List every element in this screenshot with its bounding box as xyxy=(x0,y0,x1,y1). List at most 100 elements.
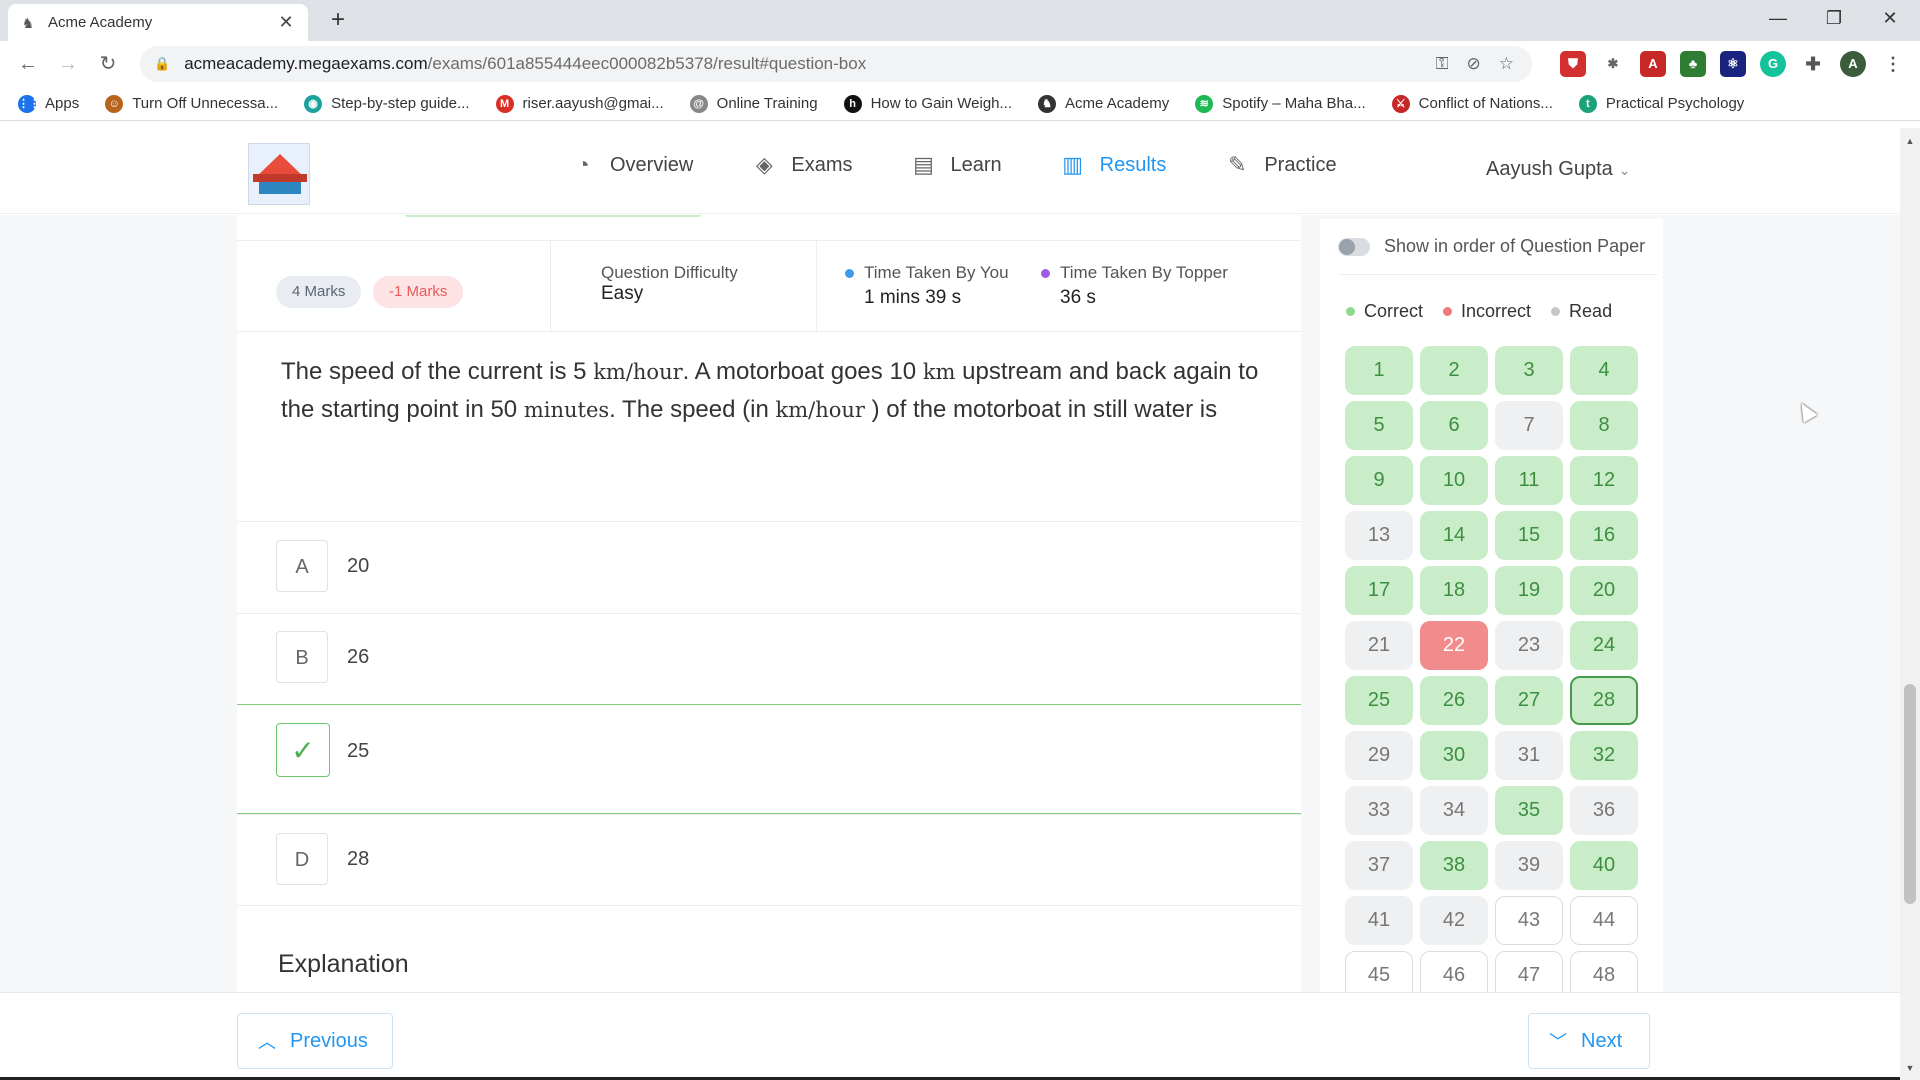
question-number-button[interactable]: 33 xyxy=(1345,786,1413,835)
order-toggle-row[interactable]: Show in order of Question Paper xyxy=(1338,219,1658,275)
order-toggle-switch[interactable] xyxy=(1338,237,1370,256)
question-number-button[interactable]: 9 xyxy=(1345,456,1413,505)
question-number-button[interactable]: 21 xyxy=(1345,621,1413,670)
question-number-button[interactable]: 16 xyxy=(1570,511,1638,560)
question-number-button[interactable]: 27 xyxy=(1495,676,1563,725)
question-number-button[interactable]: 37 xyxy=(1345,841,1413,890)
pdf-extension-icon[interactable]: A xyxy=(1640,51,1666,77)
question-number-button[interactable]: 31 xyxy=(1495,731,1563,780)
acme-academy-logo[interactable] xyxy=(248,143,310,205)
bookmark-item[interactable]: t Practical Psychology xyxy=(1578,94,1744,113)
bookmark-item[interactable]: Mriser.aayush@gmai... xyxy=(495,94,664,113)
bookmark-item[interactable]: ⋮⋮ Apps xyxy=(18,94,79,113)
question-number-button[interactable]: 11 xyxy=(1495,456,1563,505)
minimize-button[interactable]: — xyxy=(1750,0,1806,36)
tracking-off-icon[interactable]: ⊘ xyxy=(1467,54,1481,74)
nav-overview[interactable]: ◔ Overview xyxy=(570,152,693,178)
bookmark-item[interactable]: ⚔ Conflict of Nations... xyxy=(1391,94,1553,113)
tab-close-icon[interactable]: ✕ xyxy=(276,12,296,33)
question-number-button[interactable]: 25 xyxy=(1345,676,1413,725)
option-b[interactable]: B 26 xyxy=(237,613,1301,705)
bookmark-item[interactable]: h How to Gain Weigh... xyxy=(843,94,1012,113)
question-number-button[interactable]: 28 xyxy=(1570,676,1638,725)
question-number-button[interactable]: 30 xyxy=(1420,731,1488,780)
question-number-button[interactable]: 32 xyxy=(1570,731,1638,780)
bookmark-item[interactable]: ◉ Step-by-step guide... xyxy=(304,94,470,113)
question-number-button[interactable]: 10 xyxy=(1420,456,1488,505)
question-number-button[interactable]: 1 xyxy=(1345,346,1413,395)
question-number-button[interactable]: 7 xyxy=(1495,401,1563,450)
question-number-button[interactable]: 45 xyxy=(1345,951,1413,992)
question-number-button[interactable]: 4 xyxy=(1570,346,1638,395)
question-number-button[interactable]: 13 xyxy=(1345,511,1413,560)
question-number-button[interactable]: 6 xyxy=(1420,401,1488,450)
question-number-button[interactable]: 18 xyxy=(1420,566,1488,615)
question-number-button[interactable]: 41 xyxy=(1345,896,1413,945)
restore-button[interactable]: ❐ xyxy=(1806,0,1862,36)
chevron-up-icon: ︿ xyxy=(258,1032,276,1052)
address-bar[interactable]: 🔒 acmeacademy.megaexams.com/exams/601a85… xyxy=(140,46,1532,82)
nav-learn[interactable]: ▤ Learn xyxy=(910,152,1002,178)
page-scrollbar[interactable]: ▲ ▼ xyxy=(1900,128,1920,1080)
profile-avatar[interactable]: A xyxy=(1840,51,1866,77)
shield-extension-icon[interactable]: ⛊ xyxy=(1560,51,1586,77)
user-menu[interactable]: Aayush Gupta ⌄ xyxy=(1486,158,1630,181)
tree-extension-icon[interactable]: ♣ xyxy=(1680,51,1706,77)
browser-tab[interactable]: ♞ Acme Academy ✕ xyxy=(8,4,308,41)
question-number-button[interactable]: 42 xyxy=(1420,896,1488,945)
question-number-button[interactable]: 39 xyxy=(1495,841,1563,890)
question-number-button[interactable]: 47 xyxy=(1495,951,1563,992)
grammarly-extension-icon[interactable]: G xyxy=(1760,51,1786,77)
question-number-button[interactable]: 24 xyxy=(1570,621,1638,670)
back-arrow-icon[interactable]: ← xyxy=(14,50,42,78)
question-number-button[interactable]: 3 xyxy=(1495,346,1563,395)
question-number-button[interactable]: 36 xyxy=(1570,786,1638,835)
chrome-menu-icon[interactable]: ⋮ xyxy=(1880,51,1906,77)
question-number-button[interactable]: 12 xyxy=(1570,456,1638,505)
extensions-puzzle-icon[interactable]: ✚ xyxy=(1800,51,1826,77)
question-number-button[interactable]: 43 xyxy=(1495,896,1563,945)
question-number-button[interactable]: 17 xyxy=(1345,566,1413,615)
bookmark-item[interactable]: ≋ Spotify – Maha Bha... xyxy=(1195,94,1366,113)
question-number-button[interactable]: 34 xyxy=(1420,786,1488,835)
nav-practice[interactable]: ✎ Practice xyxy=(1224,152,1336,178)
question-number-button[interactable]: 14 xyxy=(1420,511,1488,560)
close-window-button[interactable]: ✕ xyxy=(1862,0,1918,36)
forward-arrow-icon[interactable]: → xyxy=(54,50,82,78)
react-extension-icon[interactable]: ⚛ xyxy=(1720,51,1746,77)
reload-icon[interactable]: ↻ xyxy=(94,50,122,78)
question-number-button[interactable]: 22 xyxy=(1420,621,1488,670)
scrollbar-thumb[interactable] xyxy=(1904,684,1916,904)
previous-button[interactable]: ︿ Previous xyxy=(237,1013,393,1069)
nav-exams[interactable]: ◈ Exams xyxy=(751,152,853,178)
question-number-button[interactable]: 15 xyxy=(1495,511,1563,560)
bug-extension-icon[interactable]: ✱ xyxy=(1600,51,1626,77)
question-number-button[interactable]: 48 xyxy=(1570,951,1638,992)
question-number-button[interactable]: 44 xyxy=(1570,896,1638,945)
option-a[interactable]: A 20 xyxy=(237,521,1301,613)
bookmark-item[interactable]: ♞ Acme Academy xyxy=(1038,94,1169,113)
question-number-button[interactable]: 23 xyxy=(1495,621,1563,670)
question-number-button[interactable]: 38 xyxy=(1420,841,1488,890)
question-number-button[interactable]: 2 xyxy=(1420,346,1488,395)
question-number-button[interactable]: 29 xyxy=(1345,731,1413,780)
key-icon[interactable]: ⚿ xyxy=(1436,54,1449,74)
question-number-button[interactable]: 8 xyxy=(1570,401,1638,450)
question-number-button[interactable]: 20 xyxy=(1570,566,1638,615)
question-number-button[interactable]: 46 xyxy=(1420,951,1488,992)
bookmark-item[interactable]: @ Online Training xyxy=(689,94,818,113)
next-button[interactable]: ﹀ Next xyxy=(1528,1013,1650,1069)
question-number-button[interactable]: 19 xyxy=(1495,566,1563,615)
question-number-button[interactable]: 5 xyxy=(1345,401,1413,450)
question-number-button[interactable]: 35 xyxy=(1495,786,1563,835)
scroll-down-icon[interactable]: ▼ xyxy=(1904,1063,1916,1073)
option-d[interactable]: D 28 xyxy=(237,814,1301,906)
nav-results[interactable]: ▥ Results xyxy=(1060,152,1166,178)
scroll-up-icon[interactable]: ▲ xyxy=(1904,136,1916,146)
star-bookmark-icon[interactable]: ☆ xyxy=(1499,54,1514,74)
new-tab-button[interactable]: + xyxy=(324,6,352,34)
question-number-button[interactable]: 26 xyxy=(1420,676,1488,725)
option-c-correct[interactable]: ✓ 25 xyxy=(237,704,1301,814)
question-number-button[interactable]: 40 xyxy=(1570,841,1638,890)
bookmark-item[interactable]: ☺ Turn Off Unnecessa... xyxy=(105,94,278,113)
